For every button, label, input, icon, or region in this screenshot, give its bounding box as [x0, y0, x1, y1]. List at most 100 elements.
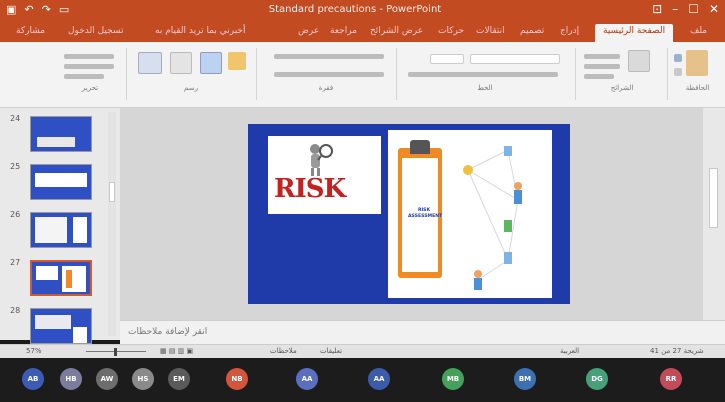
undo-icon[interactable]: ↶: [24, 3, 33, 16]
notes-pane[interactable]: انقر لإضافة ملاحظات: [120, 320, 725, 344]
shape-fill-icon[interactable]: [228, 52, 246, 70]
slide-thumbnails-pane: 24 25 26 27 28: [0, 108, 120, 344]
group-editing: تحرير: [58, 46, 122, 94]
new-slide-icon[interactable]: [628, 50, 650, 72]
group-font: الخط: [400, 46, 570, 94]
thumb-number: 25: [10, 162, 21, 171]
font-name-select[interactable]: [470, 54, 560, 64]
copy-icon[interactable]: [674, 68, 682, 76]
reset-button[interactable]: [584, 64, 620, 69]
thumb-number: 26: [10, 210, 21, 219]
risk-assessment-image[interactable]: RISK ASSESSMENT: [388, 130, 552, 298]
ribbon-separator: [126, 48, 127, 100]
participant-avatar[interactable]: AB: [22, 368, 44, 390]
sign-in-link[interactable]: تسجيل الدخول: [68, 26, 123, 36]
tab-transitions[interactable]: انتقالات: [476, 26, 505, 36]
minimize-icon[interactable]: –: [672, 2, 678, 16]
tab-review[interactable]: مراجعة: [330, 26, 357, 36]
quick-access-toolbar: ▣ ↶ ↷ ▭: [6, 3, 69, 16]
present-icon[interactable]: ▭: [59, 3, 69, 16]
language-indicator: العربية: [560, 347, 580, 355]
tab-slide-show[interactable]: عرض الشرائح: [370, 26, 423, 36]
window-title: Standard precautions - PowerPoint: [268, 4, 442, 15]
tab-insert[interactable]: إدراج: [560, 26, 579, 36]
slide-thumbnail[interactable]: [30, 212, 92, 248]
title-bar: ▣ ↶ ↷ ▭ Standard precautions - PowerPoin…: [0, 0, 725, 22]
thumb-number: 24: [10, 114, 21, 123]
ribbon-separator: [575, 48, 576, 100]
tab-file[interactable]: ملف: [690, 26, 707, 36]
slide-counter: شريحة 27 من 41: [650, 347, 704, 355]
group-paragraph: فقرة: [260, 46, 392, 94]
alignment-buttons[interactable]: [274, 72, 384, 77]
participant-avatar[interactable]: MB: [442, 368, 464, 390]
group-slides: الشرائح: [578, 46, 666, 94]
cut-icon[interactable]: [674, 54, 682, 62]
ribbon-separator: [256, 48, 257, 100]
tab-home[interactable]: الصفحة الرئيسية: [595, 24, 674, 42]
thumbnails-scroll-thumb[interactable]: [109, 182, 115, 202]
slide-thumbnail[interactable]: [30, 116, 92, 152]
clipboard-text: RISK ASSESSMENT: [408, 208, 443, 219]
risk-image[interactable]: RISK: [268, 136, 381, 214]
shapes-icon[interactable]: [138, 52, 162, 74]
participant-avatar[interactable]: NB: [226, 368, 248, 390]
replace-button[interactable]: [64, 64, 114, 69]
participant-avatar[interactable]: RR: [660, 368, 682, 390]
tell-me-search[interactable]: أخبرني بما تريد القيام به: [155, 26, 246, 36]
zoom-level[interactable]: 57%: [26, 347, 42, 355]
slide-thumbnail-selected[interactable]: [30, 260, 92, 296]
status-bar: 57% ▦ ▤ ▥ ▣ ملاحظات تعليقات العربية شريح…: [0, 344, 725, 358]
tab-animations[interactable]: حركات: [438, 26, 464, 36]
participant-avatar[interactable]: AA: [296, 368, 318, 390]
paste-icon[interactable]: [686, 50, 708, 76]
magnifier-figure-icon: [310, 144, 333, 176]
tab-design[interactable]: تصميم: [520, 26, 544, 36]
clipboard-clip: [410, 140, 430, 154]
slide-thumbnail[interactable]: [30, 308, 92, 344]
font-size-select[interactable]: [430, 54, 464, 64]
slide-scrollbar[interactable]: [703, 108, 725, 320]
list-buttons[interactable]: [274, 54, 384, 59]
participant-avatar[interactable]: BM: [514, 368, 536, 390]
section-button[interactable]: [584, 74, 614, 79]
close-icon[interactable]: ✕: [709, 2, 719, 16]
comments-button[interactable]: تعليقات: [320, 347, 342, 355]
ribbon-options-icon[interactable]: ⊡: [652, 2, 662, 16]
view-buttons[interactable]: ▦ ▤ ▥ ▣: [160, 347, 193, 355]
participant-avatar[interactable]: EM: [168, 368, 190, 390]
share-button[interactable]: مشاركة: [16, 26, 45, 36]
participant-avatar[interactable]: HS: [132, 368, 154, 390]
tab-view[interactable]: عرض: [298, 26, 319, 36]
find-button[interactable]: [64, 54, 114, 59]
group-drawing: رسم: [130, 46, 252, 94]
font-formatting-buttons[interactable]: [408, 72, 558, 77]
powerpoint-window: ▣ ↶ ↷ ▭ Standard precautions - PowerPoin…: [0, 0, 725, 402]
participant-avatar[interactable]: AW: [96, 368, 118, 390]
notes-button[interactable]: ملاحظات: [270, 347, 297, 355]
participant-avatar[interactable]: AA: [368, 368, 390, 390]
participant-avatar[interactable]: HB: [60, 368, 82, 390]
participant-avatar[interactable]: DG: [586, 368, 608, 390]
slide-thumbnail[interactable]: [30, 164, 92, 200]
meeting-participants-strip: AB HB AW HS EM NB AA AA MB BM DG RR: [0, 358, 725, 402]
current-slide[interactable]: RISK RISK ASSESSMENT: [248, 124, 570, 304]
clipboard-icon: RISK ASSESSMENT: [398, 140, 443, 278]
select-button[interactable]: [64, 74, 104, 79]
arrange-icon[interactable]: [170, 52, 192, 74]
redo-icon[interactable]: ↷: [42, 3, 51, 16]
save-icon[interactable]: ▣: [6, 3, 16, 16]
quick-styles-icon[interactable]: [200, 52, 222, 74]
slide-scroll-thumb[interactable]: [709, 168, 718, 228]
thumbnails-scrollbar[interactable]: [108, 112, 116, 336]
window-controls: ⊡ – ☐ ✕: [652, 2, 719, 16]
maximize-icon[interactable]: ☐: [688, 2, 699, 16]
group-clipboard: الحافظة: [670, 46, 725, 94]
layout-button[interactable]: [584, 54, 620, 59]
zoom-slider-thumb[interactable]: [114, 348, 117, 356]
thumb-number: 27: [10, 258, 21, 267]
ribbon: الحافظة الشرائح الخط فقرة رسم تحرير: [0, 42, 725, 108]
notes-placeholder: انقر لإضافة ملاحظات: [128, 327, 208, 337]
thumb-number: 28: [10, 306, 21, 315]
ribbon-tabs: ملف الصفحة الرئيسية إدراج تصميم انتقالات…: [0, 22, 725, 42]
